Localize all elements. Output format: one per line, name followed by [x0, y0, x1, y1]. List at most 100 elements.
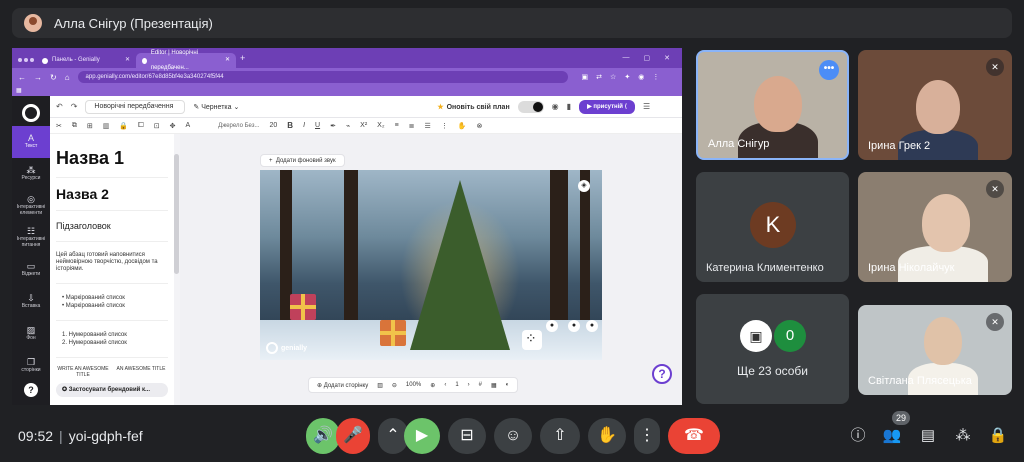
hand-icon[interactable]: ✋ [458, 122, 467, 130]
align-left-icon[interactable]: ≡ [395, 122, 399, 129]
rail-item-insert[interactable]: ⇩ Вставка [12, 286, 50, 318]
subtitle-style[interactable]: Підзаголовок [56, 211, 168, 242]
rail-item-interactive-questions[interactable]: ☷ Інтерактивні питання [12, 222, 50, 254]
delete-icon[interactable]: ▥ [103, 122, 110, 130]
audio-output-button[interactable]: 🔊 [306, 418, 340, 454]
help-bubble-icon[interactable]: ? [652, 364, 672, 384]
apps-grid-icon[interactable]: ▦ [16, 88, 22, 94]
rail-item-widgets[interactable]: ▭ Віджети [12, 254, 50, 286]
font-family-select[interactable]: Джерело Без... [218, 123, 259, 129]
rail-item-interactive-elements[interactable]: ◎ Інтерактивні елементи [12, 190, 50, 222]
window-close-icon[interactable]: ✕ [664, 54, 670, 62]
subscript-icon[interactable]: X₂ [377, 122, 384, 129]
duplicate-icon[interactable]: ⊞ [87, 122, 93, 130]
hand-icon[interactable]: ● [586, 320, 598, 332]
rail-item-background[interactable]: ▨ Фон [12, 318, 50, 350]
more-options-icon[interactable]: ⊗ [477, 122, 483, 130]
browser-menu-dots[interactable] [18, 49, 36, 67]
paragraph-style[interactable]: Цей абзац готовий наповнитися неймовірно… [56, 242, 168, 284]
panel-scrollbar[interactable] [174, 154, 179, 274]
rail-item-pages[interactable]: ❐ сторінки [12, 350, 50, 382]
redo-icon[interactable]: ↷ [71, 102, 78, 111]
chat-icon[interactable]: ▤ [918, 426, 938, 446]
prev-page-icon[interactable]: ‹ [444, 382, 446, 388]
eye-icon[interactable]: ◉ [552, 102, 559, 111]
browser-more-icon[interactable]: ⋮ [652, 73, 659, 81]
captions-button[interactable]: ⊟ [448, 418, 486, 454]
close-icon[interactable]: ✕ [125, 53, 130, 68]
host-controls-icon[interactable]: 🔒 [988, 426, 1008, 446]
activities-icon[interactable]: ⁂ [953, 426, 973, 446]
participant-tile[interactable]: ✕ Ірина Ніколайчук [858, 172, 1012, 282]
bookmark-star-icon[interactable]: ☆ [610, 73, 616, 81]
grid-icon[interactable]: # [479, 382, 482, 388]
microphone-button[interactable]: 🎤 [336, 418, 370, 454]
more-options-button[interactable]: ⋮ [634, 418, 660, 454]
list-icon[interactable]: ☰ [425, 122, 431, 130]
add-background-sound-button[interactable]: + Додати фоновий звук [260, 154, 345, 167]
forward-icon[interactable]: → [34, 73, 42, 82]
stats-icon[interactable]: ▮ [567, 102, 571, 111]
layers-icon[interactable]: ▦ [491, 382, 497, 389]
present-button[interactable]: ▶ присутній ⟨ [579, 99, 636, 114]
palette-icon[interactable]: ◐ [506, 382, 510, 388]
document-title[interactable]: Новорічні передбачення [85, 99, 186, 114]
preview-toggle[interactable] [517, 100, 544, 113]
browser-tab-active[interactable]: Editor | Новорічні передбачен... ✕ [136, 50, 236, 71]
hamburger-menu-icon[interactable]: ☰ [643, 102, 650, 111]
bold-icon[interactable]: B [287, 121, 293, 130]
italic-icon[interactable]: I [303, 122, 305, 129]
link-icon[interactable]: ⌁ [346, 122, 350, 130]
zoom-in-icon[interactable]: ⊕ [430, 382, 435, 389]
delete-page-icon[interactable]: ▥ [377, 382, 383, 389]
paint-icon[interactable]: ✥ [170, 122, 176, 130]
people-icon[interactable]: 👥 [882, 426, 902, 446]
meeting-code[interactable]: yoi-gdph-fef [69, 428, 143, 444]
participant-tile[interactable]: ••• Алла Снігур [696, 50, 849, 160]
gift-icon[interactable] [290, 294, 316, 320]
participant-tile[interactable]: ▣ 0 Ще 23 особи [696, 294, 849, 404]
numbered-list-icon[interactable]: ⋮ [441, 122, 448, 130]
undo-icon[interactable]: ↶ [56, 102, 63, 111]
align-center-icon[interactable]: ≣ [409, 122, 415, 130]
group-icon[interactable]: ⧠ [138, 122, 144, 130]
underline-icon[interactable]: U [315, 122, 320, 129]
profile-icon[interactable]: ◉ [638, 73, 644, 81]
next-page-icon[interactable]: › [468, 382, 470, 388]
superscript-icon[interactable]: X² [360, 122, 367, 129]
align-icon[interactable]: ⊡ [154, 122, 160, 130]
sample-title-right[interactable]: AN AWESOME TITLE [114, 366, 168, 378]
raise-hand-button[interactable]: ✋ [588, 418, 626, 454]
help-icon[interactable]: ? [24, 383, 38, 397]
install-icon[interactable]: ▣ [582, 73, 589, 81]
close-icon[interactable]: ✕ [225, 53, 230, 68]
maximize-icon[interactable]: ▢ [644, 54, 651, 62]
back-icon[interactable]: ← [18, 73, 26, 82]
font-size-input[interactable]: 20 [269, 122, 277, 129]
gift-icon[interactable] [380, 320, 406, 346]
bullet-list-style[interactable]: • Маркірований список • Маркірований спи… [56, 284, 168, 321]
lock-icon[interactable]: ● [546, 320, 558, 332]
dice-icon[interactable] [522, 330, 542, 350]
numbered-list-style[interactable]: 1. Нумерований список 2. Нумерований спи… [56, 321, 168, 358]
heading-1-style[interactable]: Назва 1 [56, 140, 168, 178]
sample-title-left[interactable]: WRITE AN AWESOME TITLE [56, 366, 110, 378]
interactive-hotspot-icon[interactable]: ◈ [578, 180, 590, 192]
more-options-icon[interactable]: ••• [819, 60, 839, 80]
extensions-icon[interactable]: ✦ [624, 73, 630, 81]
slide-preview[interactable]: ◈ ● ● ● genially [260, 170, 602, 360]
meeting-details-icon[interactable]: ⓘ [848, 426, 868, 446]
present-screen-button[interactable]: ⇧ [540, 418, 580, 454]
rail-item-resources[interactable]: ⁂ Ресурси [12, 158, 50, 190]
new-tab-icon[interactable]: + [240, 53, 245, 63]
translate-icon[interactable]: ⇄ [596, 73, 602, 81]
reload-icon[interactable]: ↻ [50, 73, 57, 82]
zoom-out-icon[interactable]: ⊖ [392, 382, 397, 389]
home-icon[interactable]: ⌂ [65, 73, 70, 82]
add-page-button[interactable]: ⊕ Додати сторінку [317, 382, 368, 389]
highlight-icon[interactable]: ✒ [330, 122, 336, 130]
leave-call-button[interactable]: ☎ [668, 418, 720, 454]
emoji-button[interactable]: ☺ [494, 418, 532, 454]
browser-tab[interactable]: Панель - Genially ✕ [36, 53, 136, 68]
heading-2-style[interactable]: Назва 2 [56, 178, 168, 211]
